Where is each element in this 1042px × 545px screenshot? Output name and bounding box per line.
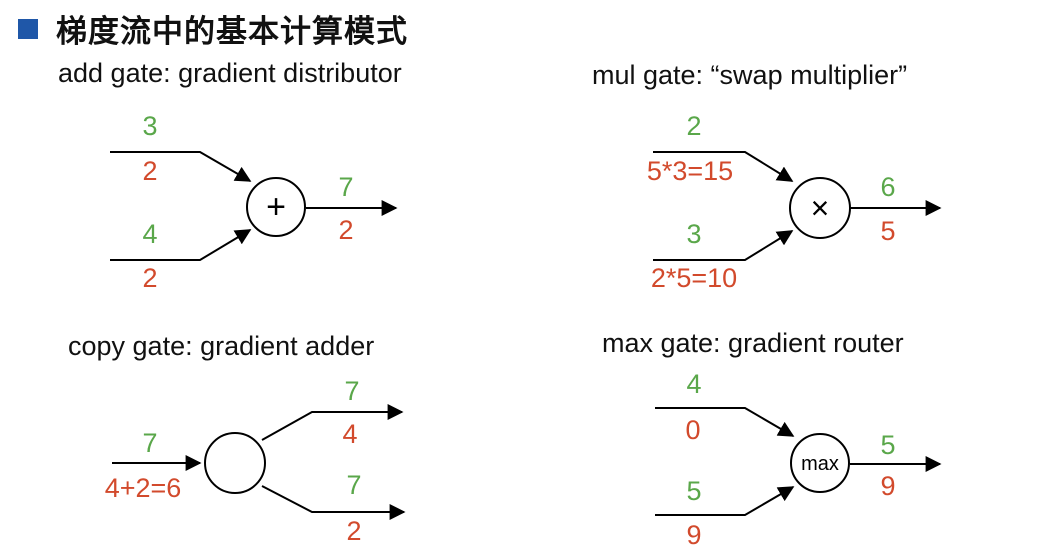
times-icon: ×: [811, 190, 830, 226]
copy-input-grad: 4+2=6: [105, 473, 182, 503]
copy-node: [204, 432, 266, 494]
max-gate: max 4 0 5 9 5 9: [655, 369, 942, 545]
copy-output2-grad: 2: [346, 516, 361, 545]
add-input2-value: 4: [142, 219, 157, 249]
mul-input2-value: 3: [686, 219, 701, 249]
add-output-value: 7: [338, 172, 353, 202]
max-input1-value: 4: [686, 369, 701, 399]
mul-gate: × 2 5*3=15 3 2*5=10 6 5: [647, 111, 942, 293]
add-input1-arrow: [110, 151, 252, 182]
slide: 梯度流中的基本计算模式 add gate: gradient distribut…: [0, 0, 1042, 545]
gates-diagram: + 3 2 4 2 7 2 × 2 5*3=15 3 2*5=10 6 5 7 …: [105, 111, 942, 545]
max-input2-grad: 9: [686, 520, 701, 545]
add-input1-grad: 2: [142, 156, 157, 186]
copy-input-value: 7: [142, 428, 157, 458]
copy-output1-arrow: [261, 404, 404, 441]
copy-output1-value: 7: [344, 376, 359, 406]
mul-output-grad: 5: [880, 216, 895, 246]
add-input2-arrow: [110, 229, 252, 261]
mul-input2-grad: 2*5=10: [651, 263, 737, 293]
max-input2-value: 5: [686, 476, 701, 506]
max-input1-arrow: [655, 407, 795, 437]
mul-input1-value: 2: [686, 111, 701, 141]
add-input2-grad: 2: [142, 263, 157, 293]
max-input1-grad: 0: [685, 415, 700, 445]
add-output-grad: 2: [338, 215, 353, 245]
copy-output2-value: 7: [346, 470, 361, 500]
max-input2-arrow: [655, 486, 795, 516]
plus-icon: +: [266, 188, 286, 226]
copy-gate: 7 4+2=6 7 4 7 2: [105, 376, 406, 545]
max-output-grad: 9: [880, 471, 895, 501]
add-gate: + 3 2 4 2 7 2: [110, 111, 398, 293]
copy-output1-grad: 4: [342, 419, 357, 449]
copy-output2-arrow: [261, 485, 406, 520]
max-node-label: max: [801, 453, 839, 475]
add-input1-value: 3: [142, 111, 157, 141]
mul-input2-arrow: [653, 230, 794, 261]
mul-output-value: 6: [880, 172, 895, 202]
mul-input1-grad: 5*3=15: [647, 156, 733, 186]
max-output-value: 5: [880, 430, 895, 460]
